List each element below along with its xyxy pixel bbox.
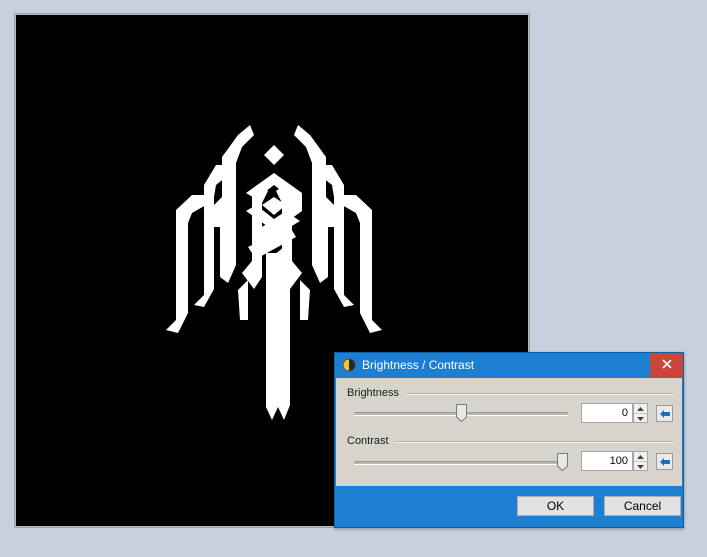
dialog-titlebar[interactable]: Brightness / Contrast	[335, 353, 683, 378]
contrast-spinner[interactable]	[633, 451, 648, 471]
contrast-value-input[interactable]: 100	[581, 451, 633, 471]
brightness-spinner[interactable]	[633, 403, 648, 423]
spin-up-icon[interactable]	[634, 404, 647, 414]
brightness-contrast-icon	[342, 358, 356, 372]
brightness-contrast-dialog: Brightness / Contrast Brightness 0 Contr…	[334, 352, 684, 528]
spin-down-icon[interactable]	[634, 462, 647, 471]
contrast-reset-button[interactable]	[656, 453, 673, 470]
dialog-content: Brightness 0 Contrast 100	[336, 378, 682, 486]
brightness-label: Brightness	[347, 387, 403, 399]
contrast-slider-track[interactable]	[354, 461, 568, 465]
reset-arrow-icon	[659, 405, 670, 423]
contrast-divider	[396, 441, 674, 443]
close-icon	[661, 356, 672, 374]
brightness-slider-thumb[interactable]	[455, 404, 467, 423]
spin-up-icon[interactable]	[634, 452, 647, 462]
close-button[interactable]	[650, 353, 683, 377]
desktop: Brightness / Contrast Brightness 0 Contr…	[0, 0, 707, 557]
brightness-value-input[interactable]: 0	[581, 403, 633, 423]
reset-arrow-icon	[659, 453, 670, 471]
dialog-title: Brightness / Contrast	[362, 358, 475, 372]
ok-button[interactable]: OK	[517, 496, 594, 516]
brightness-reset-button[interactable]	[656, 405, 673, 422]
dialog-footer: OK Cancel	[336, 486, 682, 527]
cancel-button[interactable]: Cancel	[604, 496, 681, 516]
brightness-divider	[406, 393, 674, 395]
spin-down-icon[interactable]	[634, 414, 647, 423]
contrast-slider-thumb[interactable]	[557, 453, 568, 472]
contrast-label: Contrast	[347, 435, 393, 447]
